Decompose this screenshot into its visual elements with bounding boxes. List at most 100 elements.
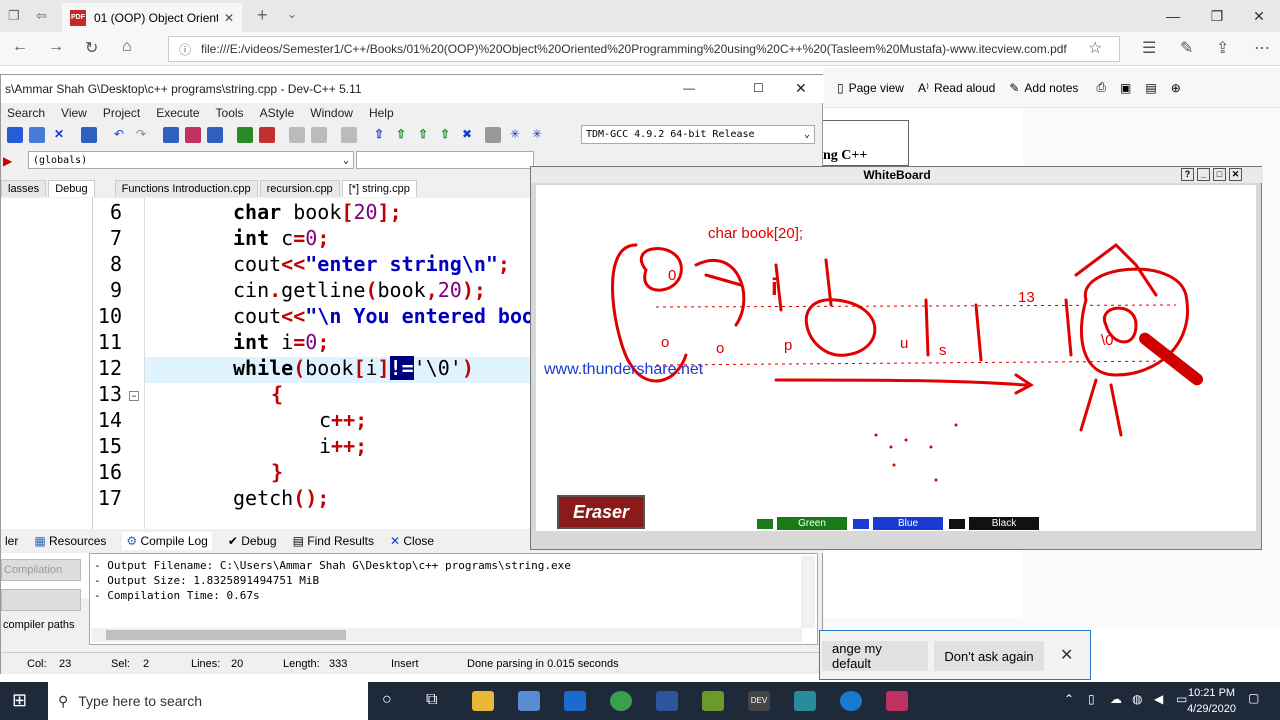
eraser-button[interactable]: Eraser bbox=[557, 495, 645, 529]
tab-debug-output[interactable]: ✔ Debug bbox=[228, 534, 277, 548]
class-browser-icon[interactable] bbox=[259, 127, 275, 143]
page-view-button[interactable]: ▯ Page view bbox=[837, 81, 904, 95]
function-select[interactable] bbox=[356, 151, 534, 169]
menu-astyle[interactable]: AStyle bbox=[260, 106, 295, 120]
edge-icon[interactable] bbox=[840, 691, 862, 711]
tab-resources[interactable]: ▦ Resources bbox=[34, 534, 106, 548]
wb-help-icon[interactable]: ? bbox=[1181, 168, 1194, 181]
make-default-button[interactable]: ange my default bbox=[822, 641, 928, 671]
dev-close-icon[interactable]: ✕ bbox=[795, 80, 807, 97]
watch-icon[interactable]: ✳ bbox=[529, 127, 545, 143]
menu-tools[interactable]: Tools bbox=[216, 106, 244, 120]
options-icon[interactable] bbox=[341, 127, 357, 143]
pin-icon[interactable]: ⊕ bbox=[1171, 81, 1181, 95]
fold-collapse-icon[interactable]: − bbox=[129, 391, 139, 401]
continue-icon[interactable]: ⇧ bbox=[437, 127, 453, 143]
camtasia-icon[interactable] bbox=[702, 691, 724, 711]
save-all-icon[interactable] bbox=[7, 127, 23, 143]
taskbar-search[interactable]: ⚲ Type here to search bbox=[48, 682, 368, 720]
compile-icon[interactable] bbox=[289, 127, 305, 143]
step-icon[interactable]: ⇧ bbox=[393, 127, 409, 143]
favorite-star-icon[interactable]: ☆ bbox=[1088, 38, 1102, 58]
step-over-icon[interactable]: ⇧ bbox=[415, 127, 431, 143]
tab-find-results[interactable]: ▤ Find Results bbox=[293, 534, 374, 548]
tab-classes[interactable]: lasses bbox=[1, 180, 47, 197]
pen-icon[interactable]: ✎ bbox=[1180, 38, 1193, 58]
blank-button[interactable] bbox=[1, 589, 81, 611]
save-icon[interactable]: ▣ bbox=[1120, 81, 1131, 95]
blue-pen-button[interactable]: Blue bbox=[853, 517, 943, 530]
mail-icon[interactable] bbox=[564, 691, 586, 711]
log-vscrollbar[interactable] bbox=[801, 556, 815, 628]
print-icon[interactable]: ⎙ bbox=[1096, 80, 1106, 95]
cortana-icon[interactable]: ○ bbox=[382, 691, 392, 709]
tab-compile-log[interactable]: ⚙ Compile Log bbox=[122, 532, 212, 550]
read-aloud-button[interactable]: A⁾ Read aloud bbox=[918, 81, 995, 95]
bookmark-icon[interactable]: ✳ bbox=[507, 127, 523, 143]
wb-close-icon[interactable]: ✕ bbox=[1229, 168, 1242, 181]
home-icon[interactable]: ⌂ bbox=[122, 38, 132, 56]
maximize-icon[interactable]: ❐ bbox=[1194, 0, 1240, 32]
file-explorer-icon[interactable] bbox=[472, 691, 494, 711]
globals-select[interactable]: (globals) ⌄ bbox=[28, 151, 354, 169]
tray-chevron-icon[interactable]: ⌃ bbox=[1064, 692, 1074, 706]
wb-maximize-icon[interactable]: □ bbox=[1213, 168, 1226, 181]
store-icon[interactable] bbox=[518, 691, 540, 711]
menu-view[interactable]: View bbox=[61, 106, 87, 120]
find-icon[interactable] bbox=[163, 127, 179, 143]
dev-maximize-icon[interactable]: ☐ bbox=[753, 81, 764, 95]
tab-compiler[interactable]: ler bbox=[5, 534, 18, 548]
stop-debug-icon[interactable]: ✖ bbox=[459, 127, 475, 143]
goto-icon[interactable] bbox=[207, 127, 223, 143]
keyboard-icon[interactable]: ▭ bbox=[1176, 692, 1187, 706]
network-icon[interactable]: ◍ bbox=[1132, 692, 1142, 706]
tab-recursion[interactable]: recursion.cpp bbox=[259, 180, 340, 197]
close-file-icon[interactable]: ✕ bbox=[51, 127, 67, 143]
add-notes-button[interactable]: ✎ Add notes bbox=[1009, 81, 1078, 95]
wb-minimize-icon[interactable]: _ bbox=[1197, 168, 1210, 181]
devcpp-taskbar-icon[interactable]: DEV bbox=[748, 691, 770, 711]
forward-icon[interactable]: → bbox=[48, 38, 64, 56]
compiler-paths-checkbox[interactable]: compiler paths bbox=[3, 619, 75, 631]
share-icon[interactable]: ⇪ bbox=[1216, 38, 1229, 58]
compiler-select[interactable]: TDM-GCC 4.9.2 64-bit Release ⌄ bbox=[581, 125, 815, 144]
favorites-icon[interactable]: ☰ bbox=[1142, 38, 1156, 58]
black-pen-button[interactable]: Black bbox=[949, 517, 1039, 530]
new-project-icon[interactable] bbox=[237, 127, 253, 143]
tab-string[interactable]: [*] string.cpp bbox=[341, 180, 417, 197]
more-icon[interactable]: ⋯ bbox=[1254, 38, 1270, 58]
menu-project[interactable]: Project bbox=[103, 106, 140, 120]
chrome-icon[interactable] bbox=[610, 691, 632, 711]
refresh-icon[interactable]: ↻ bbox=[85, 38, 98, 58]
menu-execute[interactable]: Execute bbox=[156, 106, 199, 120]
dont-ask-again-button[interactable]: Don't ask again bbox=[934, 641, 1044, 671]
whiteboard-taskbar-icon[interactable] bbox=[886, 691, 908, 711]
redo-icon[interactable]: ↷ bbox=[133, 127, 149, 143]
tab-functions-introduction[interactable]: Functions Introduction.cpp bbox=[114, 180, 258, 197]
dev-minimize-icon[interactable]: — bbox=[683, 81, 695, 95]
close-window-icon[interactable]: ✕ bbox=[1236, 0, 1280, 32]
print-file-icon[interactable] bbox=[81, 127, 97, 143]
menu-window[interactable]: Window bbox=[310, 106, 353, 120]
back-icon[interactable]: ← bbox=[12, 38, 28, 56]
open-icon[interactable] bbox=[29, 127, 45, 143]
menu-help[interactable]: Help bbox=[369, 106, 394, 120]
app-icon[interactable] bbox=[794, 691, 816, 711]
save-as-icon[interactable]: ▤ bbox=[1145, 81, 1156, 95]
replace-icon[interactable] bbox=[185, 127, 201, 143]
minimize-icon[interactable]: — bbox=[1150, 0, 1196, 32]
tab-debug-panel[interactable]: Debug bbox=[48, 180, 95, 197]
new-tab-icon[interactable]: + bbox=[257, 5, 268, 26]
whiteboard-canvas[interactable]: 0 i 13 o o p u s \0 char book[20]; www.t… bbox=[536, 185, 1256, 531]
taskbar-clock[interactable]: 10:21 PM 4/29/2020 bbox=[1187, 685, 1236, 717]
dismiss-icon[interactable]: ✕ bbox=[1060, 645, 1073, 665]
task-view-icon[interactable]: ⧉ bbox=[426, 691, 437, 709]
green-pen-button[interactable]: Green bbox=[757, 517, 847, 530]
word-icon[interactable] bbox=[656, 691, 678, 711]
close-tab-icon[interactable]: ✕ bbox=[224, 11, 234, 25]
step-up-icon[interactable]: ⇧ bbox=[371, 127, 387, 143]
tab-close[interactable]: ✕ Close bbox=[390, 534, 434, 548]
tab-preview-chevron-icon[interactable]: ⌄ bbox=[287, 7, 297, 21]
tool-arrow-icon[interactable]: ▶ bbox=[3, 154, 12, 168]
undo-icon[interactable]: ↶ bbox=[111, 127, 127, 143]
